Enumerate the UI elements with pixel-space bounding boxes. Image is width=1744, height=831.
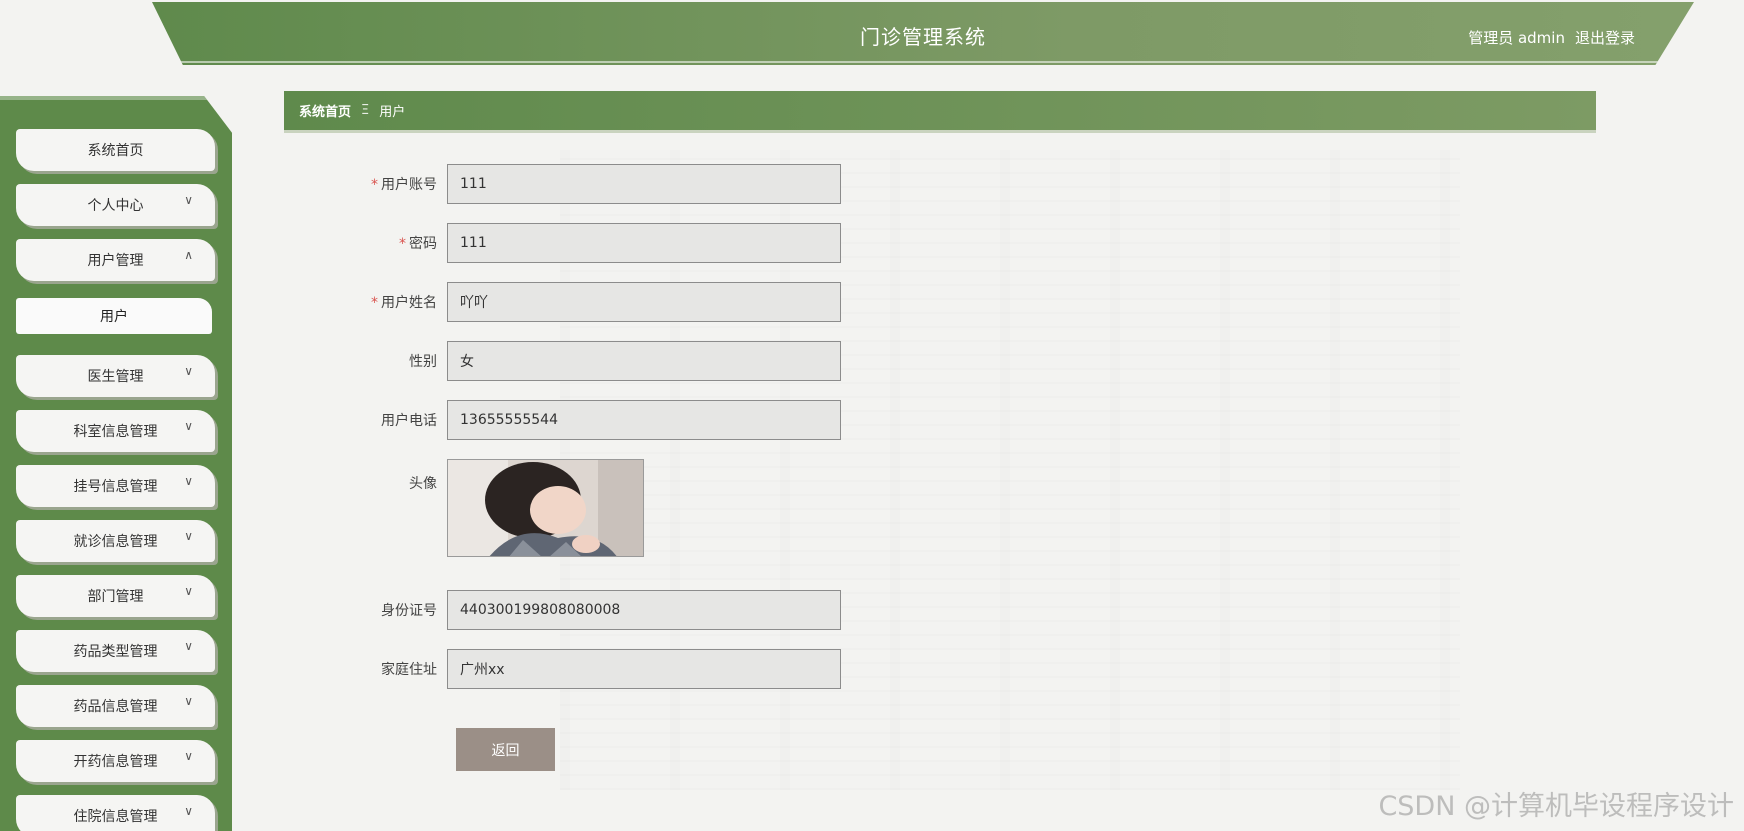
form-row-gender: 性别 [330,341,841,381]
avatar-photo-icon [448,460,643,556]
chevron-down-icon: ∨ [184,584,193,598]
breadcrumb-separator-icon: Ξ [361,103,370,118]
sidebar-item-personal-center[interactable]: 个人中心 ∨ [16,184,215,226]
gender-field[interactable] [447,341,841,381]
password-field[interactable] [447,223,841,263]
sidebar-item-label: 个人中心 [87,198,144,214]
form-row-id-number: 身份证号 [330,590,841,630]
chevron-down-icon: ∨ [184,639,193,653]
sidebar-subitem-user[interactable]: 用户 [16,298,212,334]
id-number-field[interactable] [447,590,841,630]
sidebar-item-prescription-info[interactable]: 开药信息管理 ∨ [16,740,215,782]
gender-label: 性别 [409,354,437,370]
sidebar-item-hospitalization-info[interactable]: 住院信息管理 ∨ [16,795,215,831]
avatar-label: 头像 [409,476,437,492]
sidebar-item-dept-management[interactable]: 部门管理 ∨ [16,575,215,617]
sidebar-item-label: 开药信息管理 [73,754,158,770]
chevron-down-icon: ∨ [184,474,193,488]
sidebar-subitem-label: 用户 [100,309,128,325]
back-button[interactable]: 返回 [456,728,555,771]
breadcrumb-current: 用户 [379,105,406,120]
sidebar-item-home[interactable]: 系统首页 [16,129,215,171]
logout-link[interactable]: 退出登录 [1575,27,1635,48]
chevron-down-icon: ∨ [184,804,193,818]
breadcrumb: 系统首页 Ξ 用户 [284,91,1596,133]
chevron-down-icon: ∨ [184,364,193,378]
sidebar-item-label: 挂号信息管理 [73,479,158,495]
form-row-name: * 用户姓名 [330,282,841,322]
current-user-label: 管理员 admin [1468,29,1565,47]
account-field[interactable] [447,164,841,204]
form-row-password: * 密码 [330,223,841,263]
sidebar-item-label: 科室信息管理 [73,424,158,440]
required-mark: * [371,295,378,311]
sidebar-item-visit-info[interactable]: 就诊信息管理 ∨ [16,520,215,562]
sidebar-item-registration-info[interactable]: 挂号信息管理 ∨ [16,465,215,507]
sidebar-item-label: 住院信息管理 [73,809,158,825]
avatar-image [447,459,644,557]
sidebar-item-drug-type[interactable]: 药品类型管理 ∨ [16,630,215,672]
sidebar-item-drug-info[interactable]: 药品信息管理 ∨ [16,685,215,727]
sidebar-item-label: 系统首页 [87,143,144,159]
form-row-account: * 用户账号 [330,164,841,204]
form-row-phone: 用户电话 [330,400,841,440]
app-title: 门诊管理系统 [860,25,986,49]
name-label: * 用户姓名 [371,295,437,311]
id-number-label: 身份证号 [381,603,437,619]
required-mark: * [371,177,378,193]
header-user-area: 管理员 admin 退出登录 [1468,27,1635,48]
sidebar-item-user-management[interactable]: 用户管理 ∧ [16,239,215,281]
password-label: * 密码 [399,236,437,252]
account-label: * 用户账号 [371,177,437,193]
chevron-down-icon: ∨ [184,694,193,708]
form-row-avatar: 头像 [330,459,644,557]
chevron-down-icon: ∨ [184,193,193,207]
sidebar-item-label: 部门管理 [87,589,144,605]
phone-label: 用户电话 [381,413,437,429]
sidebar-item-label: 药品类型管理 [73,644,158,660]
phone-field[interactable] [447,400,841,440]
chevron-up-icon: ∧ [184,248,193,262]
chevron-down-icon: ∨ [184,529,193,543]
sidebar-item-label: 药品信息管理 [73,699,158,715]
address-field[interactable] [447,649,841,689]
required-mark: * [399,236,406,252]
breadcrumb-home[interactable]: 系统首页 [299,101,351,120]
sidebar-item-department-info[interactable]: 科室信息管理 ∨ [16,410,215,452]
sidebar-item-label: 医生管理 [87,369,144,385]
watermark-text: CSDN @计算机毕设程序设计 [1378,791,1734,822]
address-label: 家庭住址 [381,662,437,678]
sidebar-item-doctor-management[interactable]: 医生管理 ∨ [16,355,215,397]
chevron-down-icon: ∨ [184,419,193,433]
chevron-down-icon: ∨ [184,749,193,763]
sidebar-item-label: 就诊信息管理 [73,534,158,550]
top-header: 门诊管理系统 管理员 admin 退出登录 [152,2,1694,65]
name-field[interactable] [447,282,841,322]
sidebar-item-label: 用户管理 [87,253,144,269]
form-row-address: 家庭住址 [330,649,841,689]
